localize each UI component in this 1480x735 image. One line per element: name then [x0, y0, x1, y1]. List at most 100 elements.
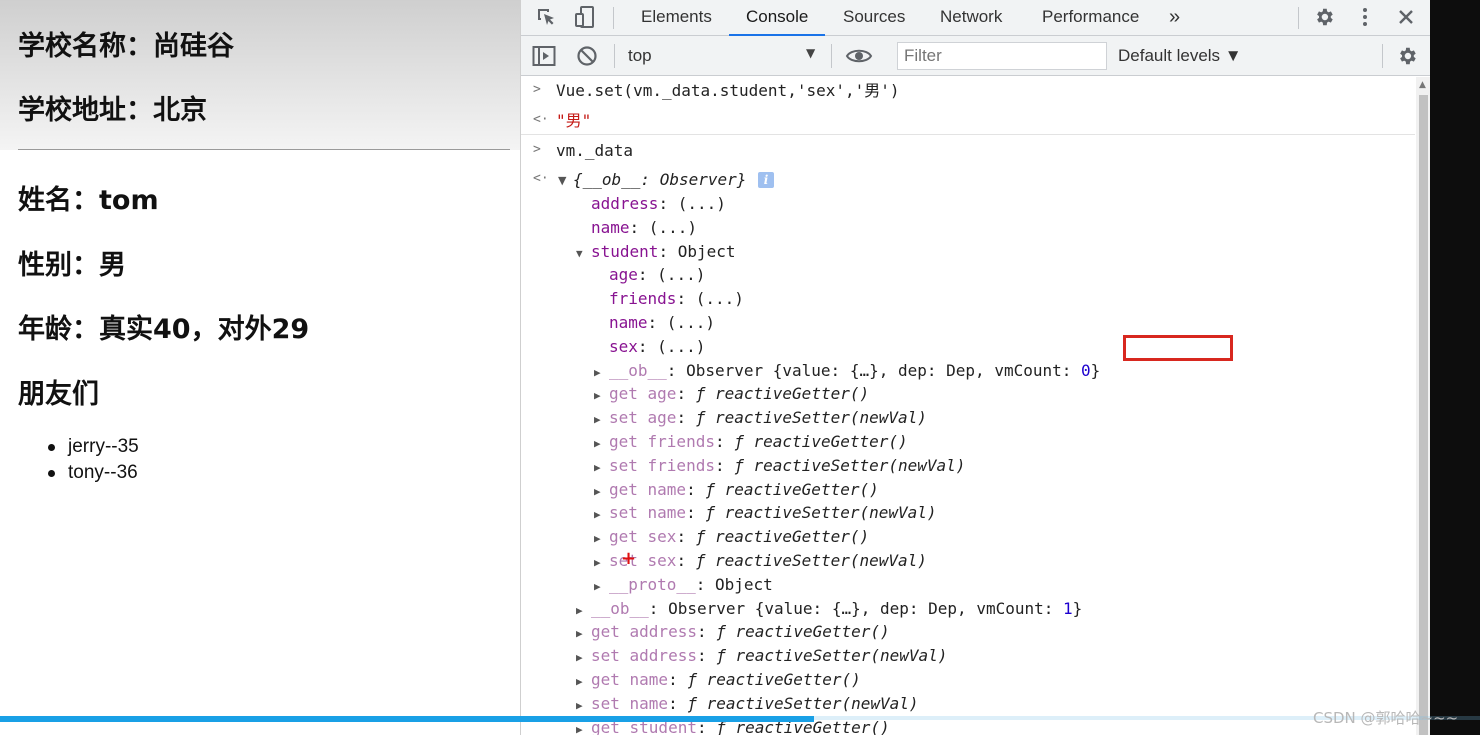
expand-triangle-icon[interactable]: ▶ — [576, 647, 583, 669]
expand-triangle-icon[interactable]: ▶ — [576, 695, 583, 717]
clear-console-icon[interactable] — [576, 45, 598, 71]
expand-triangle-icon[interactable]: ▶ — [594, 528, 601, 550]
inspect-icon[interactable] — [535, 6, 557, 32]
tree-row[interactable]: ▶ get name: ƒ reactiveGetter() — [594, 479, 879, 501]
expand-triangle-icon[interactable]: ▶ — [594, 385, 601, 407]
devtools-panel: Elements Console Sources Network Perform… — [520, 0, 1430, 735]
tree-row[interactable]: ▼ student: Object — [576, 241, 736, 263]
property-value: : (...) — [676, 289, 744, 309]
vmcount-value: 1 — [1063, 598, 1073, 618]
gear-icon[interactable] — [1313, 6, 1335, 32]
tree-row[interactable]: sex: (...) — [609, 336, 705, 358]
property-value: : (...) — [658, 194, 726, 213]
property-value: } — [1072, 598, 1083, 618]
expand-triangle-icon[interactable]: ▶ — [594, 457, 601, 479]
context-selector[interactable]: top — [628, 46, 652, 66]
property-value: : (...) — [637, 265, 706, 285]
property-key: get address — [591, 622, 697, 642]
function-value: : ƒ reactiveSetter(newVal) — [676, 551, 927, 570]
property-key: student — [591, 241, 659, 261]
kebab-menu-icon[interactable] — [1354, 6, 1376, 32]
expand-triangle-icon[interactable]: ▶ — [594, 433, 601, 455]
friends-list: jerry--35 tony--36 — [46, 434, 139, 486]
tree-row[interactable]: ▶ __proto__: Object — [594, 574, 773, 596]
list-item: tony--36 — [46, 460, 139, 486]
console-output[interactable]: > Vue.set(vm._data.student,'sex','男') <·… — [521, 77, 1415, 735]
sidebar-toggle-icon[interactable] — [532, 45, 556, 71]
vmcount-value: 0 — [1081, 360, 1091, 380]
console-command[interactable]: Vue.set(vm._data.student,'sex','男') — [556, 80, 900, 102]
expand-triangle-icon[interactable]: ▼ — [558, 174, 566, 187]
expand-triangle-icon[interactable]: ▶ — [576, 671, 583, 693]
filter-input[interactable] — [897, 42, 1107, 70]
more-tabs-button[interactable]: » — [1169, 0, 1180, 36]
eye-icon[interactable] — [845, 45, 873, 71]
tab-network[interactable]: Network — [940, 0, 1002, 36]
console-settings-gear-icon[interactable] — [1396, 45, 1418, 71]
property-key: age — [609, 265, 638, 285]
device-toggle-icon[interactable] — [573, 5, 597, 33]
expand-triangle-icon[interactable]: ▶ — [594, 362, 601, 384]
property-key: get friends — [609, 432, 715, 451]
tree-row[interactable]: ▶ set name: ƒ reactiveSetter(newVal) — [594, 502, 937, 524]
scroll-up-arrow-icon[interactable]: ▲ — [1419, 80, 1426, 90]
tree-row[interactable]: age: (...) — [609, 264, 705, 286]
tab-sources[interactable]: Sources — [843, 0, 905, 36]
student-sex-heading: 性别：男 — [18, 250, 126, 281]
console-scrollbar[interactable]: ▲ — [1416, 77, 1430, 735]
tab-performance[interactable]: Performance — [1042, 0, 1139, 36]
tab-elements[interactable]: Elements — [641, 0, 712, 36]
function-value: : ƒ reactiveGetter() — [696, 622, 890, 642]
tree-row[interactable]: ▶ get friends: ƒ reactiveGetter() — [594, 431, 908, 453]
tree-row[interactable]: ▶ set sex: ƒ reactiveSetter(newVal) — [594, 550, 927, 572]
property-key: name — [591, 217, 630, 237]
function-value: : ƒ reactiveSetter(newVal) — [686, 503, 937, 523]
tree-row[interactable]: name: (...) — [609, 312, 715, 334]
expand-triangle-icon[interactable]: ▶ — [576, 623, 583, 645]
tree-row[interactable]: friends: (...) — [609, 288, 744, 310]
property-key: sex — [609, 336, 638, 356]
chevron-down-icon[interactable]: ▼ — [806, 46, 815, 60]
function-value: : ƒ reactiveSetter(newVal) — [714, 455, 966, 475]
tree-row[interactable]: name: (...) — [591, 217, 697, 239]
tree-row[interactable]: ▶ get name: ƒ reactiveGetter() — [576, 669, 861, 691]
console-command[interactable]: vm._data — [556, 140, 633, 162]
function-value: : ƒ reactiveSetter(newVal) — [676, 408, 927, 428]
expand-triangle-icon[interactable]: ▶ — [594, 409, 601, 431]
video-progress-fill[interactable] — [0, 716, 814, 722]
property-key: set sex — [609, 551, 677, 570]
cursor-icon: + — [621, 548, 637, 569]
tab-console[interactable]: Console — [729, 0, 826, 36]
tree-row[interactable]: address: (...) — [591, 193, 726, 215]
tree-row[interactable]: ▶ __ob__: Observer {value: {…}, dep: Dep,… — [576, 598, 1083, 620]
expand-triangle-icon[interactable]: ▶ — [594, 576, 601, 598]
property-value: : (...) — [637, 336, 706, 356]
tree-row[interactable]: ▶ set friends: ƒ reactiveSetter(newVal) — [594, 455, 966, 477]
default-levels-dropdown[interactable]: Default levels ▼ — [1118, 46, 1242, 66]
tree-row[interactable]: ▶ set age: ƒ reactiveSetter(newVal) — [594, 407, 927, 429]
function-value: : ƒ reactiveGetter() — [668, 670, 861, 689]
tree-row[interactable]: ▶ set name: ƒ reactiveSetter(newVal) — [576, 693, 919, 715]
expand-triangle-icon[interactable]: ▶ — [594, 481, 601, 503]
tree-row[interactable]: ▶ get age: ƒ reactiveGetter() — [594, 383, 869, 405]
page-header-area — [0, 0, 520, 150]
screen-edge — [1430, 0, 1480, 735]
separator — [614, 44, 615, 68]
school-name-heading: 学校名称：尚硅谷 — [18, 31, 234, 62]
info-icon[interactable]: i — [758, 172, 774, 188]
function-value: : ƒ reactiveSetter(newVal) — [696, 646, 948, 666]
tree-row[interactable]: ▶ get address: ƒ reactiveGetter() — [576, 621, 890, 643]
tree-row[interactable]: ▶ __ob__: Observer {value: {…}, dep: Dep,… — [594, 360, 1100, 382]
function-value: : ƒ reactiveGetter() — [714, 432, 908, 451]
expand-triangle-icon[interactable]: ▶ — [594, 504, 601, 526]
scrollbar-thumb[interactable] — [1419, 95, 1428, 735]
close-icon[interactable] — [1396, 7, 1416, 31]
expand-triangle-icon[interactable]: ▶ — [594, 552, 601, 574]
collapse-triangle-icon[interactable]: ▼ — [576, 243, 583, 265]
property-key: set name — [609, 503, 687, 523]
tree-row[interactable]: ▶ set address: ƒ reactiveSetter(newVal) — [576, 645, 948, 667]
object-summary[interactable]: {__ob__: Observer} — [573, 169, 746, 191]
expand-triangle-icon[interactable]: ▶ — [576, 600, 583, 622]
tree-row[interactable]: ▶ get sex: ƒ reactiveGetter() — [594, 526, 869, 548]
school-address-heading: 学校地址：北京 — [18, 95, 207, 126]
